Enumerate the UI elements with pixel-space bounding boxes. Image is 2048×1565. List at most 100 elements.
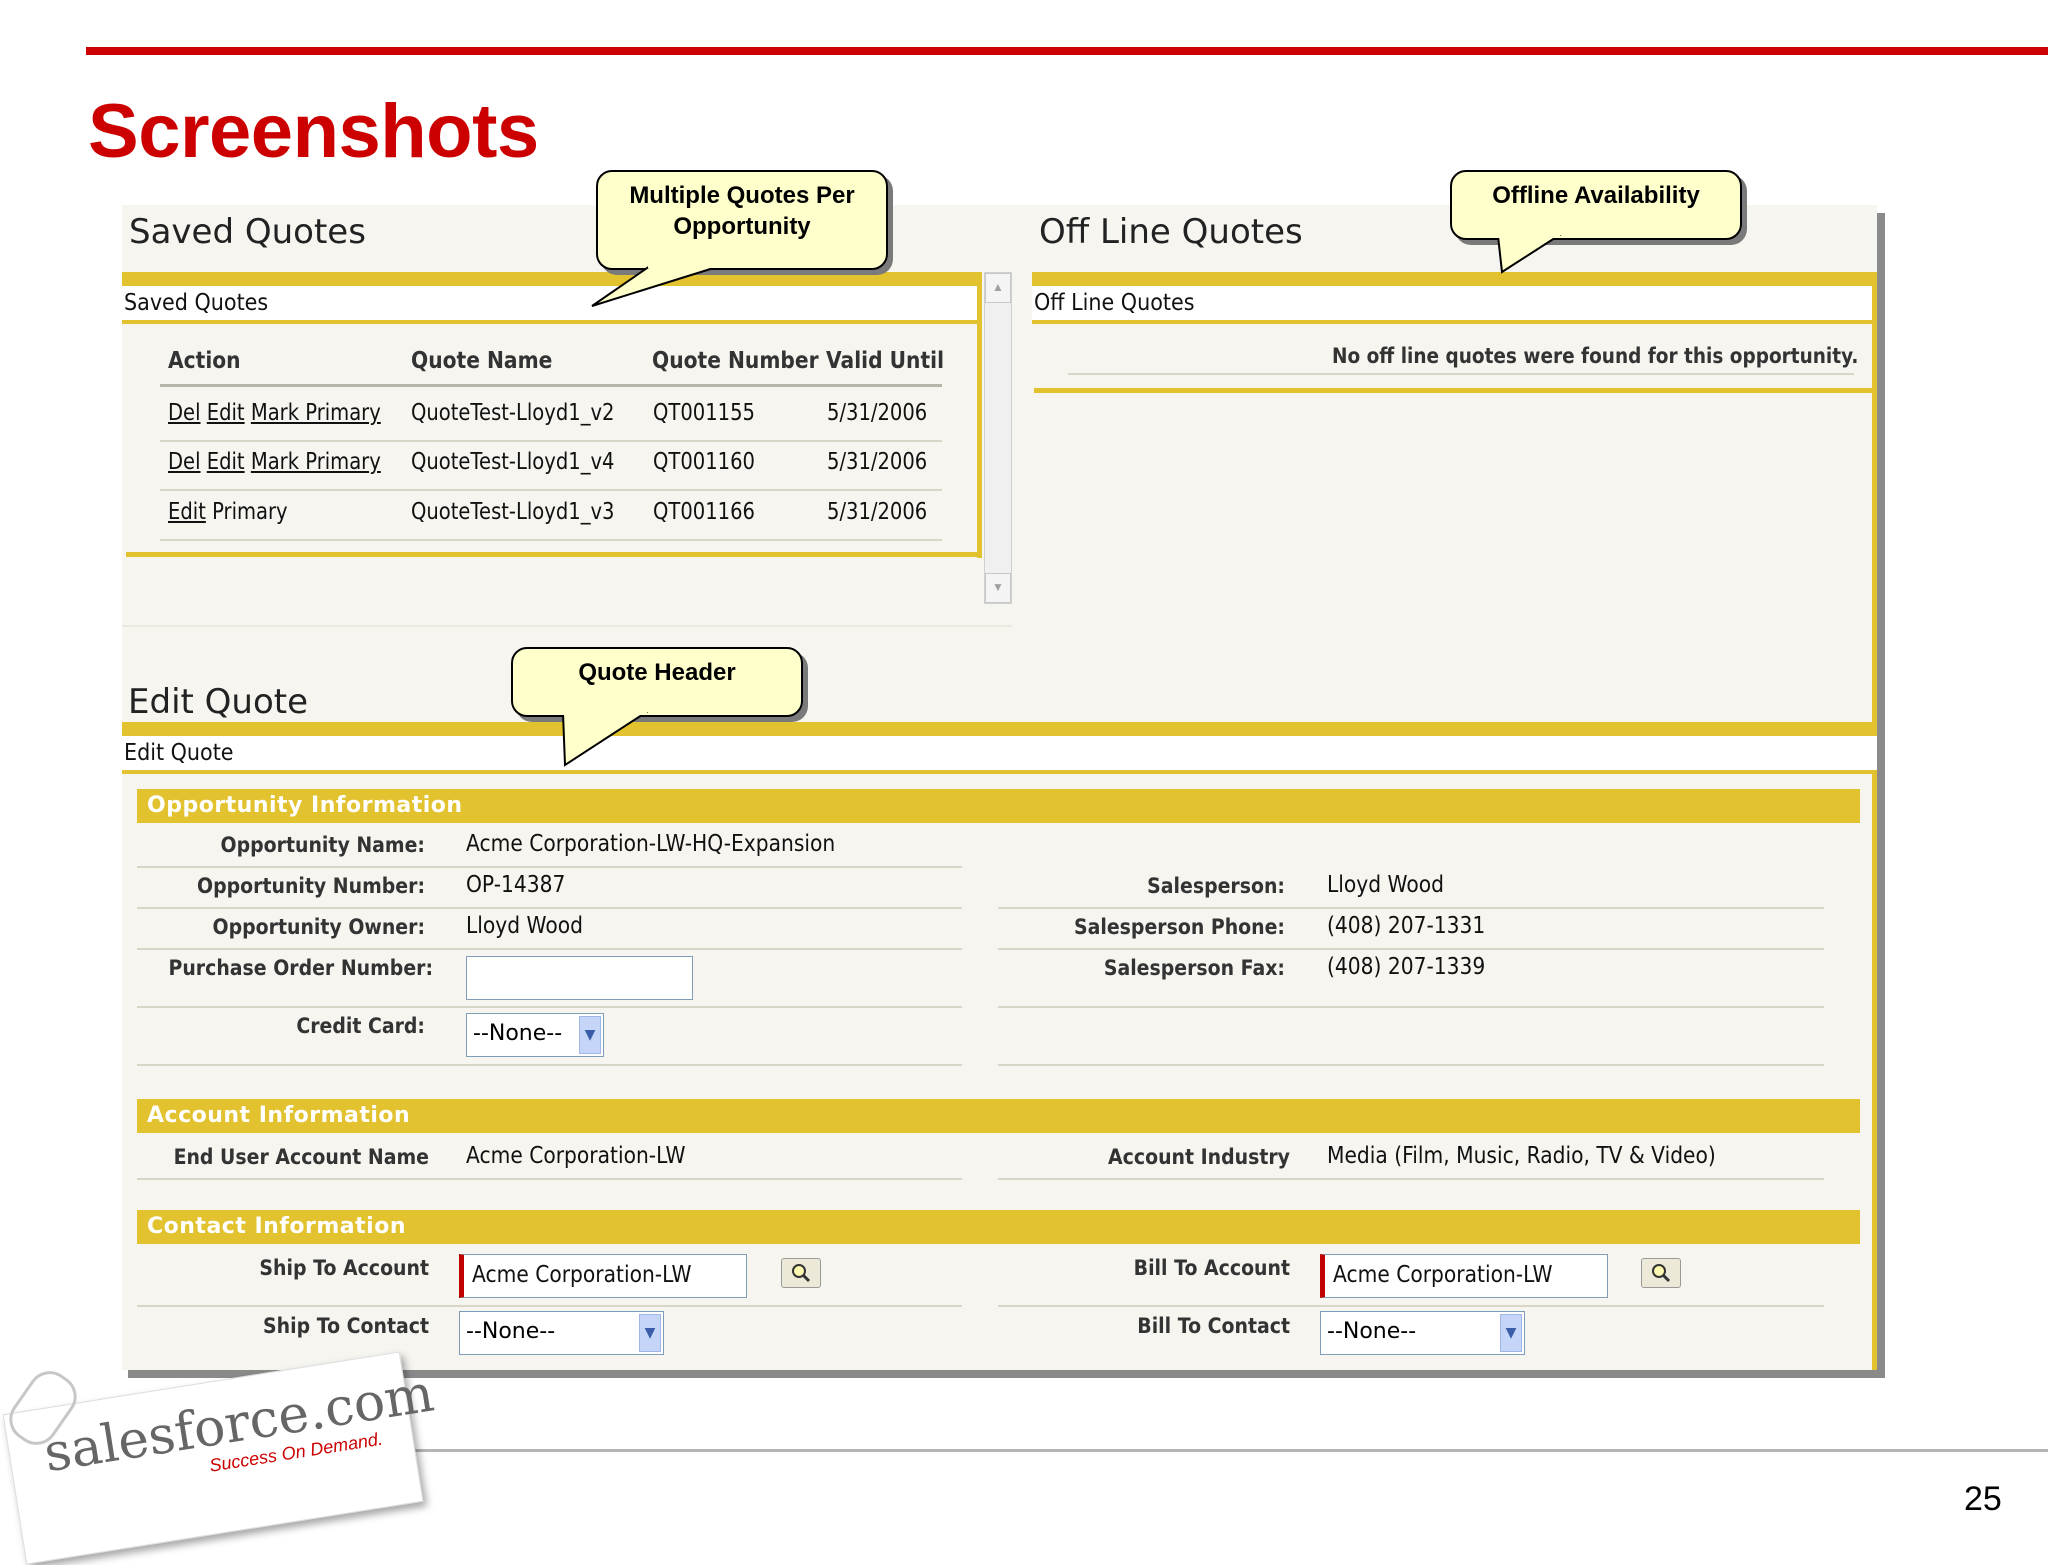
valid-until-cell: 5/31/2006 bbox=[827, 449, 928, 475]
account-info-band: Account Information bbox=[137, 1099, 1860, 1133]
delete-link[interactable]: Del bbox=[168, 449, 201, 475]
saved-quotes-bottom-border bbox=[126, 552, 982, 557]
purchase-order-input[interactable] bbox=[466, 956, 693, 1000]
opportunity-name-value: Acme Corporation-LW-HQ-Expansion bbox=[466, 831, 836, 857]
purchase-order-label: Purchase Order Number: bbox=[168, 956, 434, 980]
bill-to-contact-selected: --None-- bbox=[1327, 1319, 1417, 1344]
scroll-down-button[interactable]: ▼ bbox=[985, 573, 1011, 603]
scroll-up-button[interactable]: ▲ bbox=[985, 273, 1011, 303]
slide-title: Screenshots bbox=[88, 89, 539, 174]
callout-pointer bbox=[561, 709, 649, 767]
salesperson-fax-label: Salesperson Fax: bbox=[1103, 956, 1285, 980]
bill-to-account-input[interactable]: Acme Corporation-LW bbox=[1320, 1254, 1608, 1298]
opportunity-number-value: OP-14387 bbox=[466, 872, 566, 898]
opportunity-info-band: Opportunity Information bbox=[137, 789, 1860, 823]
chevron-down-icon[interactable]: ▼ bbox=[579, 1016, 601, 1054]
opportunity-owner-value: Lloyd Wood bbox=[466, 913, 583, 939]
row-divider bbox=[137, 1006, 962, 1008]
row-divider bbox=[998, 1305, 1824, 1307]
salesperson-label: Salesperson: bbox=[1147, 874, 1285, 898]
callout-quote-header-text: Quote Header bbox=[578, 659, 736, 686]
quote-number-cell: QT001155 bbox=[653, 400, 755, 426]
callout-multiple-quotes: Multiple Quotes Per Opportunity bbox=[596, 170, 888, 270]
saved-quotes-topbar bbox=[122, 272, 980, 286]
magnifier-icon bbox=[792, 1264, 811, 1283]
ship-to-contact-selected: --None-- bbox=[466, 1319, 556, 1344]
end-user-account-label: End User Account Name bbox=[173, 1145, 429, 1169]
opportunity-owner-label: Opportunity Owner: bbox=[212, 915, 425, 939]
saved-quotes-strip-rule bbox=[122, 320, 980, 324]
ship-to-contact-label: Ship To Contact bbox=[263, 1314, 429, 1338]
table-row: Del Edit Mark Primary bbox=[168, 449, 381, 475]
quote-name-cell: QuoteTest-Lloyd1_v2 bbox=[411, 400, 615, 426]
edit-link[interactable]: Edit bbox=[207, 449, 245, 475]
credit-card-label: Credit Card: bbox=[296, 1014, 425, 1038]
row-divider bbox=[137, 1178, 962, 1180]
salesperson-phone-label: Salesperson Phone: bbox=[1074, 915, 1285, 939]
account-industry-value: Media (Film, Music, Radio, TV & Video) bbox=[1327, 1143, 1716, 1169]
credit-card-selected: --None-- bbox=[473, 1021, 563, 1046]
quote-name-cell: QuoteTest-Lloyd1_v4 bbox=[411, 449, 615, 475]
table-row: Edit Primary bbox=[168, 499, 288, 525]
ship-to-account-value: Acme Corporation-LW bbox=[472, 1262, 692, 1288]
credit-card-select[interactable]: --None-- ▼ bbox=[466, 1013, 604, 1057]
bill-to-contact-select[interactable]: --None-- ▼ bbox=[1320, 1311, 1525, 1355]
saved-quotes-right-border bbox=[977, 272, 982, 558]
offline-quotes-heading: Off Line Quotes bbox=[1039, 212, 1303, 252]
table-header-rule bbox=[160, 384, 942, 387]
col-action: Action bbox=[168, 348, 241, 374]
row-divider bbox=[160, 440, 942, 442]
callout-pointer bbox=[1496, 232, 1562, 274]
salesperson-value: Lloyd Wood bbox=[1327, 872, 1444, 898]
account-industry-label: Account Industry bbox=[1108, 1145, 1290, 1169]
valid-until-cell: 5/31/2006 bbox=[827, 400, 928, 426]
saved-quotes-strip: Saved Quotes bbox=[122, 286, 980, 320]
callout-quote-header: Quote Header bbox=[511, 647, 803, 717]
table-row: Del Edit Mark Primary bbox=[168, 400, 381, 426]
chevron-down-icon[interactable]: ▼ bbox=[1500, 1314, 1522, 1352]
offline-quotes-topbar bbox=[1032, 272, 1877, 286]
row-divider bbox=[998, 948, 1824, 950]
row-divider bbox=[998, 1178, 1824, 1180]
footer-rule bbox=[380, 1449, 2048, 1452]
saved-quotes-frame-bottom bbox=[122, 625, 1012, 627]
salesperson-fax-value: (408) 207-1339 bbox=[1327, 954, 1486, 980]
row-divider bbox=[160, 539, 942, 541]
saved-quotes-heading: Saved Quotes bbox=[129, 212, 366, 252]
row-divider bbox=[160, 489, 942, 491]
callout-offline-text: Offline Availability bbox=[1492, 182, 1700, 209]
opportunity-name-label: Opportunity Name: bbox=[220, 833, 425, 857]
offline-quotes-bottom-border bbox=[1034, 388, 1877, 393]
ship-to-contact-select[interactable]: --None-- ▼ bbox=[459, 1311, 664, 1355]
bill-to-account-label: Bill To Account bbox=[1133, 1256, 1290, 1280]
salesperson-phone-value: (408) 207-1331 bbox=[1327, 913, 1486, 939]
row-divider bbox=[998, 1064, 1824, 1066]
ship-to-account-lookup-icon[interactable] bbox=[781, 1258, 821, 1288]
bill-to-account-lookup-icon[interactable] bbox=[1641, 1258, 1681, 1288]
callout-multiple-quotes-text: Multiple Quotes Per Opportunity bbox=[629, 182, 855, 240]
opportunity-number-label: Opportunity Number: bbox=[197, 874, 425, 898]
saved-quotes-scrollbar[interactable] bbox=[984, 272, 1012, 604]
magnifier-icon bbox=[1652, 1264, 1671, 1283]
callout-offline: Offline Availability bbox=[1450, 170, 1742, 240]
edit-quote-strip-rule bbox=[122, 770, 1877, 774]
mark-primary-link[interactable]: Mark Primary bbox=[251, 400, 381, 426]
edit-link[interactable]: Edit bbox=[207, 400, 245, 426]
primary-label: Primary bbox=[212, 499, 288, 525]
contact-info-band: Contact Information bbox=[137, 1210, 1860, 1244]
row-divider bbox=[998, 1006, 1824, 1008]
chevron-down-icon[interactable]: ▼ bbox=[639, 1314, 661, 1352]
quote-number-cell: QT001160 bbox=[653, 449, 755, 475]
page-number: 25 bbox=[1964, 1480, 2002, 1518]
row-divider bbox=[137, 907, 962, 909]
edit-link[interactable]: Edit bbox=[168, 499, 206, 525]
col-quote-number: Quote Number bbox=[652, 348, 819, 374]
ship-to-account-input[interactable]: Acme Corporation-LW bbox=[459, 1254, 747, 1298]
callout-pointer bbox=[591, 262, 722, 307]
col-quote-name: Quote Name bbox=[411, 348, 553, 374]
col-valid-until: Valid Until bbox=[826, 348, 945, 374]
mark-primary-link[interactable]: Mark Primary bbox=[251, 449, 381, 475]
edit-quote-strip: Edit Quote bbox=[122, 736, 1877, 770]
panel-right-border bbox=[1872, 272, 1877, 1370]
delete-link[interactable]: Del bbox=[168, 400, 201, 426]
